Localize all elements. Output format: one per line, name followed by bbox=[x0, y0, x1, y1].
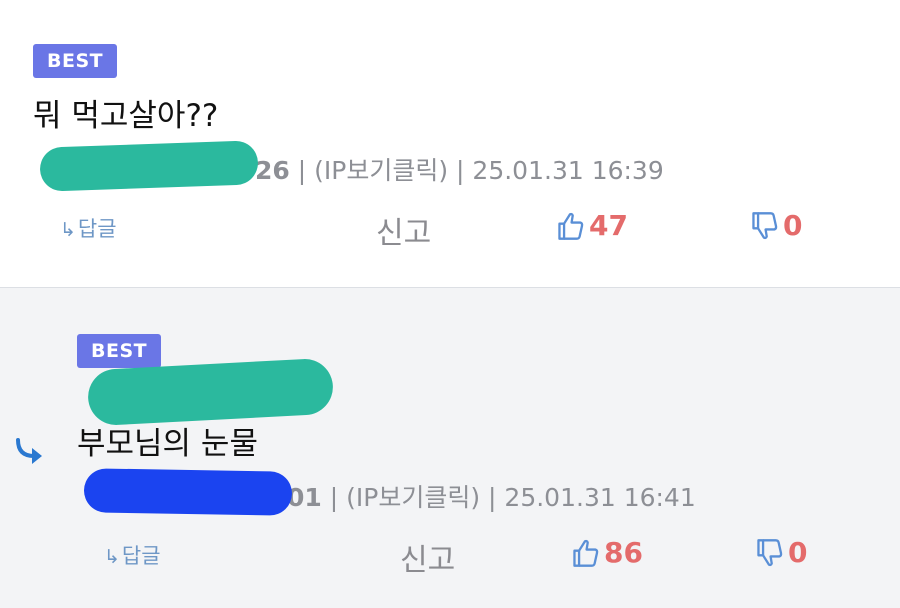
like-button[interactable]: 47 bbox=[557, 209, 628, 242]
dislike-button[interactable]: 0 bbox=[751, 209, 802, 242]
reply-arrow-icon: ↳ bbox=[60, 219, 76, 241]
nested-reply-arrow-icon bbox=[16, 438, 42, 464]
reply-button[interactable]: ↳답글 bbox=[104, 540, 161, 570]
dislike-count: 0 bbox=[783, 209, 803, 242]
comment-2: BEST 부모님의 눈물 01 | (IP보기클릭) | 25.01.31 16… bbox=[0, 288, 900, 608]
like-button[interactable]: 86 bbox=[572, 536, 643, 569]
thumbs-up-icon bbox=[573, 539, 599, 567]
comment-1: BEST 뭐 먹고살아?? 26 | (IP보기클릭) | 25.01.31 1… bbox=[0, 0, 900, 288]
reply-arrow-icon: ↳ bbox=[104, 546, 120, 568]
reply-button[interactable]: ↳답글 bbox=[60, 213, 117, 243]
comment-body: 뭐 먹고살아?? bbox=[33, 98, 219, 134]
best-badge: BEST bbox=[33, 44, 118, 78]
ip-view-link[interactable]: (IP보기클릭) bbox=[314, 156, 448, 185]
dislike-count: 0 bbox=[788, 536, 808, 569]
timestamp: 25.01.31 16:41 bbox=[504, 483, 696, 512]
report-button[interactable]: 신고 bbox=[400, 535, 455, 579]
best-badge: BEST bbox=[77, 334, 162, 368]
like-count: 47 bbox=[589, 209, 628, 242]
reply-label: 답글 bbox=[77, 217, 117, 241]
thumbs-up-icon bbox=[558, 212, 584, 240]
dislike-button[interactable]: 0 bbox=[756, 536, 807, 569]
author-tail: 26 bbox=[255, 156, 290, 185]
redaction-mark bbox=[86, 357, 335, 427]
report-button[interactable]: 신고 bbox=[376, 208, 431, 252]
timestamp: 25.01.31 16:39 bbox=[472, 156, 664, 185]
thumbs-down-icon bbox=[757, 538, 783, 566]
comment-body: 부모님의 눈물 bbox=[77, 426, 258, 462]
reply-label: 답글 bbox=[121, 544, 161, 568]
like-count: 86 bbox=[604, 536, 643, 569]
ip-view-link[interactable]: (IP보기클릭) bbox=[346, 483, 480, 512]
thumbs-down-icon bbox=[752, 211, 778, 239]
redaction-mark bbox=[39, 140, 259, 192]
redaction-mark bbox=[83, 468, 293, 516]
author-tail: 01 bbox=[287, 483, 322, 512]
